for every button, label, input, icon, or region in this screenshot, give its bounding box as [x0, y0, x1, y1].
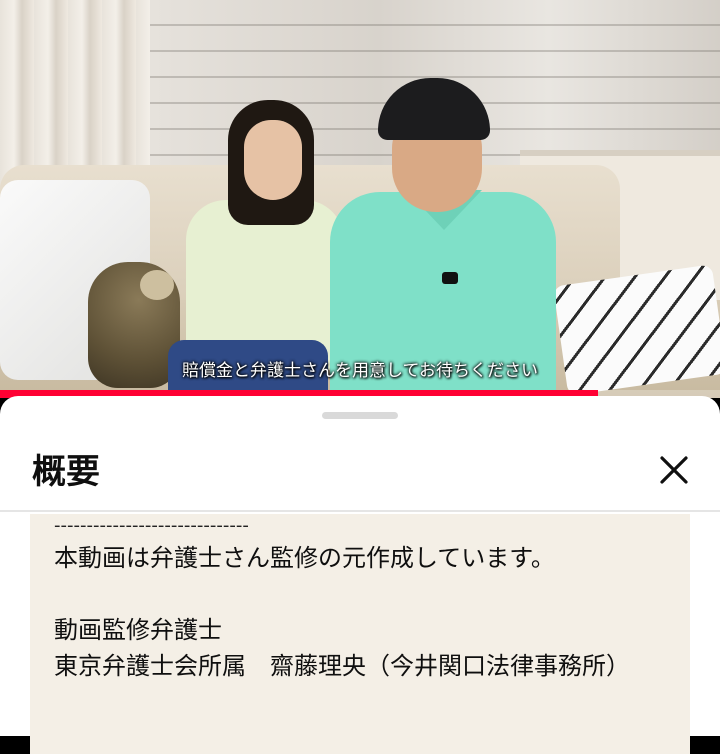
- description-sheet: 概要 ------------------------------ 本動画は弁護…: [0, 396, 720, 754]
- description-line: 動画監修弁護士: [54, 616, 222, 644]
- video-frame-plush-face: [140, 270, 174, 300]
- sheet-drag-handle[interactable]: [322, 412, 398, 419]
- close-icon: [660, 456, 688, 484]
- description-line: 本動画は弁護士さん監修の元作成しています。: [54, 544, 555, 572]
- sheet-title: 概要: [32, 452, 100, 492]
- video-frame-mic: [442, 272, 458, 284]
- video-frame-person-left-face: [244, 120, 302, 200]
- video-caption: 賠償金と弁護士さんを用意してお待ちください: [182, 361, 538, 381]
- close-button[interactable]: [648, 444, 700, 496]
- description-separator: ------------------------------: [54, 516, 249, 536]
- sheet-divider: [0, 510, 720, 512]
- description-line: 東京弁護士会所属 齋藤理央（今井関口法律事務所）: [54, 652, 630, 680]
- video-player[interactable]: 賠償金と弁護士さんを用意してお待ちください: [0, 0, 720, 398]
- description-body: ------------------------------ 本動画は弁護士さん…: [30, 514, 690, 754]
